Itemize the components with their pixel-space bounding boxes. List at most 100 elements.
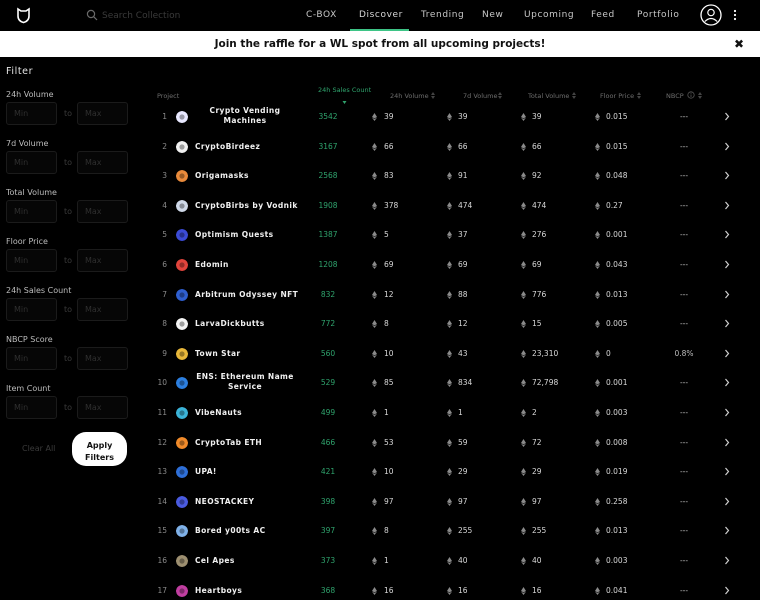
- filter-min-floor-price[interactable]: [6, 249, 57, 272]
- nav-link-portfolio[interactable]: Portfolio: [637, 10, 679, 20]
- chevron-right-icon[interactable]: [724, 171, 730, 180]
- table-row[interactable]: 15 Bored y00ts AC 397 8 255 255 0.013 ---: [150, 517, 750, 545]
- collection-avatar-icon[interactable]: [176, 525, 188, 538]
- table-row[interactable]: 14 NEOSTACKEY 398 97 97 97 0.258 ---: [150, 488, 750, 516]
- nav-link-feed[interactable]: Feed: [591, 10, 615, 20]
- table-row[interactable]: 4 CryptoBirbs by Vodnik 1908 378 474 474 0.27 -…: [150, 192, 750, 220]
- filter-min-nbcp-score[interactable]: [6, 347, 57, 370]
- chevron-right-icon[interactable]: [724, 438, 730, 447]
- chevron-right-icon[interactable]: [724, 586, 730, 595]
- collection-name[interactable]: Edomin: [195, 260, 229, 269]
- collection-name[interactable]: VibeNauts: [195, 408, 242, 417]
- collection-name[interactable]: CryptoBirdeez: [195, 142, 260, 151]
- sort-icon[interactable]: [637, 92, 641, 99]
- collection-name[interactable]: Origamasks: [195, 171, 249, 180]
- table-row[interactable]: 5 Optimism Quests 1387 5 37 276 0.001 ---: [150, 221, 750, 249]
- clear-all-button[interactable]: Clear All: [22, 444, 55, 453]
- collection-name[interactable]: Optimism Quests: [195, 230, 274, 239]
- kebab-menu-icon[interactable]: [730, 8, 740, 22]
- collection-avatar-icon[interactable]: [176, 377, 188, 390]
- shield-logo-icon[interactable]: [15, 7, 32, 24]
- banner-text[interactable]: Join the raffle for a WL spot from all u…: [0, 38, 760, 50]
- chevron-right-icon[interactable]: [724, 201, 730, 210]
- collection-avatar-icon[interactable]: [176, 288, 188, 301]
- table-row[interactable]: 12 CryptoTab ETH 466 53 59 72 0.008 ---: [150, 429, 750, 457]
- chevron-right-icon[interactable]: [724, 112, 730, 121]
- filter-min-total-volume[interactable]: [6, 200, 57, 223]
- table-row[interactable]: 2 CryptoBirdeez 3167 66 66 66 0.015 ---: [150, 133, 750, 161]
- nav-link-new[interactable]: New: [482, 10, 503, 20]
- sort-icon[interactable]: [498, 92, 502, 99]
- apply-filters-button[interactable]: Apply Filters: [72, 432, 127, 466]
- raffle-banner[interactable]: Join the raffle for a WL spot from all u…: [0, 31, 760, 57]
- chevron-right-icon[interactable]: [724, 142, 730, 151]
- collection-name[interactable]: Town Star: [195, 349, 241, 358]
- collection-avatar-icon[interactable]: [176, 407, 188, 419]
- filter-max-24h-volume[interactable]: [77, 102, 128, 125]
- filter-max-24h-sales-count[interactable]: [77, 298, 128, 321]
- collection-name[interactable]: Crypto Vending Machines: [195, 106, 295, 126]
- collection-avatar-icon[interactable]: [176, 555, 188, 567]
- table-row[interactable]: 1 Crypto Vending Machines 3542 39 39 39 0.015 -…: [150, 103, 750, 131]
- close-icon[interactable]: ✖: [734, 37, 744, 51]
- header-floor-price[interactable]: Floor Price: [600, 92, 634, 100]
- table-row[interactable]: 10 ENS: Ethereum Name Service 529 85 834 72,7…: [150, 369, 750, 397]
- chevron-right-icon[interactable]: [724, 319, 730, 328]
- collection-name[interactable]: CryptoTab ETH: [195, 438, 262, 447]
- collection-avatar-icon[interactable]: [176, 495, 188, 508]
- collection-name[interactable]: Bored y00ts AC: [195, 526, 266, 535]
- table-row[interactable]: 16 Cel Apes 373 1 40 40 0.003 ---: [150, 547, 750, 575]
- filter-min-24h-sales-count[interactable]: [6, 298, 57, 321]
- chevron-right-icon[interactable]: [724, 497, 730, 506]
- sort-icon[interactable]: [572, 92, 576, 99]
- collection-name[interactable]: Arbitrum Odyssey NFT: [195, 290, 298, 299]
- chevron-right-icon[interactable]: [724, 290, 730, 299]
- chevron-right-icon[interactable]: [724, 408, 730, 417]
- chevron-right-icon[interactable]: [724, 378, 730, 387]
- filter-min-item-count[interactable]: [6, 396, 57, 419]
- user-circle-icon[interactable]: [700, 4, 722, 26]
- collection-avatar-icon[interactable]: [176, 170, 188, 183]
- filter-min-24h-volume[interactable]: [6, 102, 57, 125]
- collection-avatar-icon[interactable]: [176, 347, 188, 360]
- chevron-right-icon[interactable]: [724, 349, 730, 358]
- filter-max-floor-price[interactable]: [77, 249, 128, 272]
- collection-name[interactable]: UPA!: [195, 467, 217, 476]
- chevron-right-icon[interactable]: [724, 230, 730, 239]
- collection-name[interactable]: LarvaDickbutts: [195, 319, 265, 328]
- collection-avatar-icon[interactable]: [176, 436, 188, 449]
- filter-max-7d-volume[interactable]: [77, 151, 128, 174]
- filter-max-nbcp-score[interactable]: [77, 347, 128, 370]
- info-icon[interactable]: [687, 91, 695, 99]
- collection-avatar-icon[interactable]: [176, 199, 188, 212]
- table-row[interactable]: 11 VibeNauts 499 1 1 2 0.003 ---: [150, 399, 750, 427]
- sort-icon[interactable]: [431, 92, 435, 99]
- collection-avatar-icon[interactable]: [176, 111, 188, 123]
- header-sales-count[interactable]: 24h Sales Count: [318, 86, 371, 94]
- collection-name[interactable]: NEOSTACKEY: [195, 497, 254, 506]
- collection-name[interactable]: ENS: Ethereum Name Service: [195, 372, 295, 392]
- nav-link-trending[interactable]: Trending: [421, 10, 464, 20]
- collection-name[interactable]: Cel Apes: [195, 556, 235, 565]
- table-row[interactable]: 9 Town Star 560 10 43 23,310 0 0.8%: [150, 340, 750, 368]
- chevron-right-icon[interactable]: [724, 260, 730, 269]
- collection-avatar-icon[interactable]: [176, 466, 188, 479]
- header-total-volume[interactable]: Total Volume: [528, 92, 569, 100]
- table-row[interactable]: 17 Heartboys 368 16 16 16 0.041 ---: [150, 577, 750, 600]
- filter-max-total-volume[interactable]: [77, 200, 128, 223]
- collection-avatar-icon[interactable]: [176, 259, 188, 271]
- collection-avatar-icon[interactable]: [176, 318, 188, 331]
- collection-avatar-icon[interactable]: [176, 584, 188, 597]
- search-input[interactable]: [102, 8, 272, 24]
- table-row[interactable]: 13 UPA! 421 10 29 29 0.019 ---: [150, 458, 750, 486]
- sort-icon[interactable]: [698, 92, 702, 99]
- header-24h-volume[interactable]: 24h Volume: [390, 92, 429, 100]
- search-icon[interactable]: [86, 9, 98, 21]
- header-7d-volume[interactable]: 7d Volume: [463, 92, 498, 100]
- table-row[interactable]: 6 Edomin 1208 69 69 69 0.043 ---: [150, 251, 750, 279]
- collection-name[interactable]: CryptoBirbs by Vodnik: [195, 201, 298, 210]
- collection-avatar-icon[interactable]: [176, 140, 188, 153]
- collection-avatar-icon[interactable]: [176, 229, 188, 242]
- filter-min-7d-volume[interactable]: [6, 151, 57, 174]
- chevron-right-icon[interactable]: [724, 526, 730, 535]
